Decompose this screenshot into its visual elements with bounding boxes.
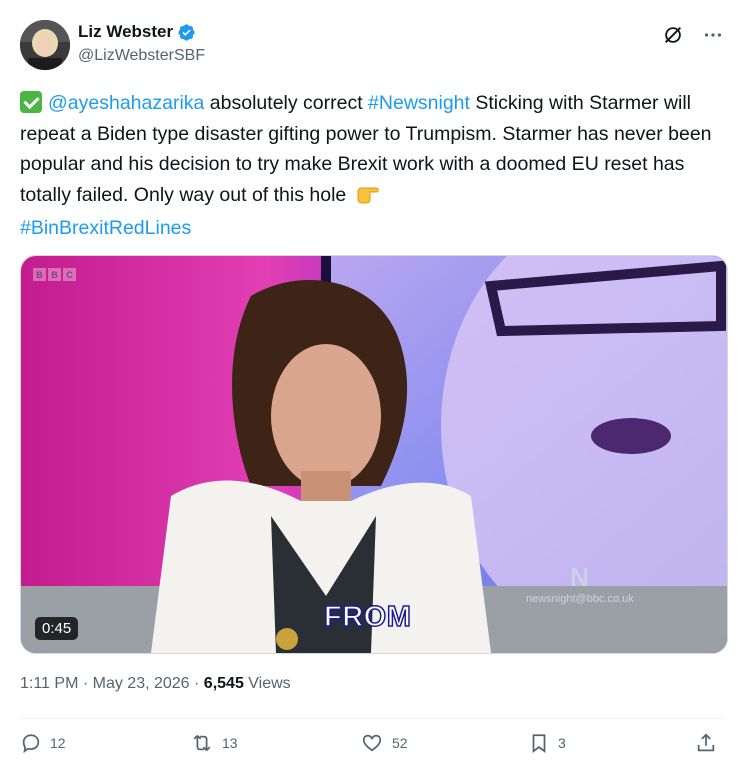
like-count: 52 [392, 735, 408, 751]
bbc-letter: B [48, 268, 61, 281]
newsnight-url: newsnight@bbc.co.uk [526, 593, 634, 605]
pointing-hand-icon [356, 183, 382, 214]
bookmark-count: 3 [558, 735, 566, 751]
check-mark-icon [20, 91, 42, 113]
post-time[interactable]: 1:11 PM · May 23, 2026 · [20, 675, 204, 692]
repost-button[interactable]: 13 [190, 732, 238, 754]
tweet-header: Liz Webster @LizWebsterSBF [20, 20, 724, 72]
bookmark-button[interactable]: 3 [528, 732, 566, 754]
reply-icon [20, 732, 42, 754]
like-button[interactable]: 52 [360, 732, 408, 754]
name-row: Liz Webster [78, 22, 196, 42]
avatar[interactable] [20, 20, 70, 70]
share-button[interactable] [695, 732, 717, 754]
bbc-logo: B B C [33, 268, 76, 281]
action-bar: 12 13 52 3 [20, 732, 724, 766]
bbc-letter: B [33, 268, 46, 281]
mention-link[interactable]: @ayeshahazarika [48, 92, 204, 114]
bookmark-icon [528, 732, 550, 754]
repost-count: 13 [222, 735, 238, 751]
video-caption: FROM [323, 600, 412, 634]
video-player[interactable]: B B C N newsnight@bbc.co.uk FROM 0:45 [20, 255, 728, 654]
reply-count: 12 [50, 735, 66, 751]
share-icon [695, 732, 717, 754]
divider [20, 718, 724, 719]
repost-icon [190, 732, 214, 754]
display-name[interactable]: Liz Webster [78, 22, 173, 42]
reply-button[interactable]: 12 [20, 732, 66, 754]
grok-icon[interactable] [662, 24, 684, 46]
tweet-text-segment: absolutely correct [204, 92, 369, 114]
views-label: Views [243, 675, 291, 692]
heart-icon [360, 732, 384, 754]
tweet-timestamp: 1:11 PM · May 23, 2026 · 6,545 Views [20, 675, 291, 693]
hashtag-binbrexitredlines[interactable]: #BinBrexitRedLines [20, 217, 191, 239]
newsnight-logo: N [570, 562, 589, 592]
author-handle[interactable]: @LizWebsterSBF [78, 47, 205, 65]
top-actions [662, 24, 724, 46]
verified-badge-icon [177, 23, 196, 42]
hashtag-newsnight[interactable]: #Newsnight [368, 92, 470, 114]
views-count: 6,545 [203, 675, 244, 692]
bbc-letter: C [63, 268, 76, 281]
more-options-icon[interactable] [702, 24, 724, 46]
tweet-text: @ayeshahazarika absolutely correct #News… [20, 88, 726, 244]
video-duration: 0:45 [35, 617, 79, 640]
